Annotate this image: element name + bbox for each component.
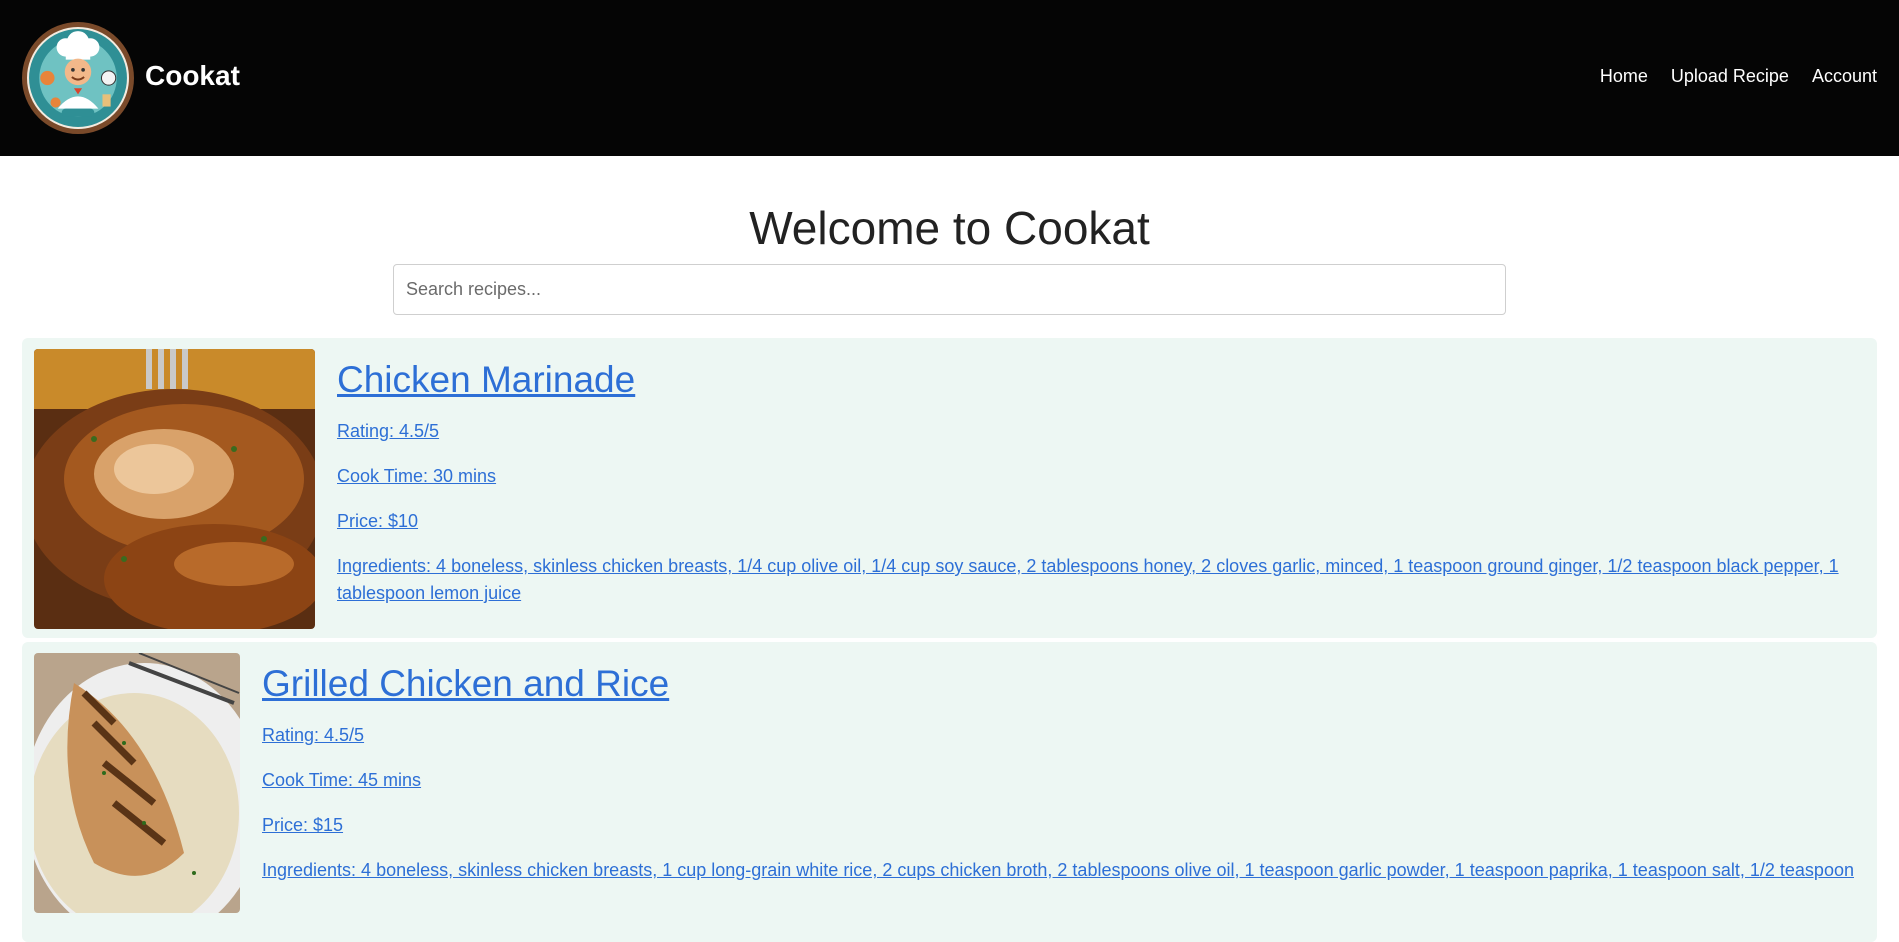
- recipe-price-link[interactable]: Price: $10: [337, 508, 1857, 535]
- recipe-image[interactable]: [34, 349, 315, 629]
- search-input[interactable]: [393, 264, 1506, 315]
- recipe-info: Chicken Marinade Rating: 4.5/5 Cook Time…: [337, 358, 1857, 607]
- nav-home-link[interactable]: Home: [1600, 64, 1648, 88]
- recipe-rating-link[interactable]: Rating: 4.5/5: [337, 418, 1857, 445]
- recipe-ingredients-link[interactable]: Ingredients: 4 boneless, skinless chicke…: [337, 553, 1857, 607]
- recipe-cook-time-link[interactable]: Cook Time: 30 mins: [337, 463, 1857, 490]
- chef-logo-icon: [29, 29, 127, 127]
- recipe-title-link[interactable]: Chicken Marinade: [337, 358, 1857, 402]
- recipe-card[interactable]: Grilled Chicken and Rice Rating: 4.5/5 C…: [22, 642, 1877, 942]
- logo[interactable]: [22, 22, 134, 134]
- main-nav: Home Upload Recipe Account: [1600, 64, 1877, 88]
- recipe-rating-link[interactable]: Rating: 4.5/5: [262, 722, 1857, 749]
- nav-upload-recipe-link[interactable]: Upload Recipe: [1671, 64, 1789, 88]
- grilled-chicken-rice-image: [34, 653, 240, 913]
- recipe-info: Grilled Chicken and Rice Rating: 4.5/5 C…: [262, 662, 1857, 884]
- nav-account-link[interactable]: Account: [1812, 64, 1877, 88]
- brand-name[interactable]: Cookat: [145, 60, 240, 92]
- recipe-card[interactable]: Chicken Marinade Rating: 4.5/5 Cook Time…: [22, 338, 1877, 638]
- site-header: Cookat Home Upload Recipe Account: [0, 0, 1899, 156]
- recipe-image[interactable]: [34, 653, 240, 913]
- page-title: Welcome to Cookat: [749, 202, 1150, 254]
- recipe-ingredients-link[interactable]: Ingredients: 4 boneless, skinless chicke…: [262, 857, 1857, 884]
- recipe-title-link[interactable]: Grilled Chicken and Rice: [262, 662, 1857, 706]
- recipe-cook-time-link[interactable]: Cook Time: 45 mins: [262, 767, 1857, 794]
- chicken-marinade-image: [34, 349, 315, 629]
- recipe-price-link[interactable]: Price: $15: [262, 812, 1857, 839]
